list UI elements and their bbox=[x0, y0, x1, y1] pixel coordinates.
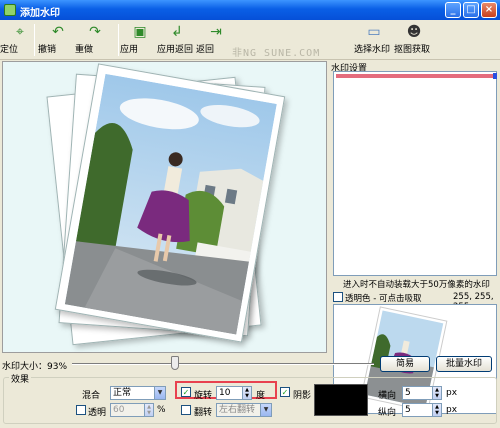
flip-label: 翻转 bbox=[194, 408, 213, 418]
transparent-color-checkbox[interactable] bbox=[333, 292, 343, 302]
flip-value: 左右翻转 bbox=[219, 405, 256, 415]
blend-label: 混合 bbox=[82, 391, 101, 401]
effects-group: 效果 混合 正常 ▼ 透明 60 ▲ ▼ % ✓ 旋转 10 ▲ ▼ 度 翻转 左右… bbox=[3, 372, 497, 424]
transparency-value: 60 bbox=[113, 405, 125, 415]
locate-label: 定位 bbox=[0, 45, 19, 55]
close-button[interactable]: × bbox=[481, 2, 497, 18]
apply-return-button[interactable]: ↲ 应用返回 bbox=[157, 22, 197, 58]
return-label: 返回 bbox=[196, 45, 215, 55]
redo-icon: ↷ bbox=[89, 24, 101, 40]
redo-label: 重做 bbox=[75, 45, 94, 55]
rotate-label: 旋转 bbox=[194, 391, 213, 401]
transparent-color-label: 透明色 - 可点击吸取 bbox=[345, 294, 422, 304]
photo-stack bbox=[46, 63, 286, 346]
title-bar: 添加水印 _ □ × bbox=[0, 0, 500, 20]
stepper-arrows-icon[interactable]: ▲ ▼ bbox=[242, 387, 251, 399]
horizontal-value: 5 bbox=[405, 388, 411, 398]
flip-select[interactable]: 左右翻转 ▼ bbox=[216, 403, 272, 417]
undo-icon: ↶ bbox=[52, 24, 64, 40]
return-button[interactable]: ⇥ 返回 bbox=[196, 22, 236, 58]
cutout-label: 抠图获取 bbox=[394, 45, 431, 55]
apply-button[interactable]: ▣ 应用 bbox=[120, 22, 160, 58]
vertical-stepper[interactable]: 5 ▲ ▼ bbox=[402, 403, 442, 417]
select-watermark-label: 选择水印 bbox=[354, 45, 391, 55]
street-photo bbox=[64, 73, 277, 335]
size-row: 水印大小：93% 简易 批量水印 bbox=[0, 356, 500, 372]
stepper-arrows-icon[interactable]: ▲ ▼ bbox=[144, 404, 153, 416]
app-icon bbox=[4, 4, 16, 16]
chevron-down-icon: ▼ bbox=[260, 404, 271, 416]
image-canvas[interactable] bbox=[2, 61, 327, 353]
chevron-down-icon: ▼ bbox=[154, 387, 165, 399]
redo-button[interactable]: ↷ 重做 bbox=[75, 22, 115, 58]
list-item-marker bbox=[493, 73, 497, 79]
shadow-checkbox[interactable]: ✓ bbox=[280, 387, 290, 397]
watermark-size-label: 水印大小：93% bbox=[2, 362, 68, 372]
minimize-button[interactable]: _ bbox=[445, 2, 461, 18]
stepper-arrows-icon[interactable]: ▲ ▼ bbox=[432, 387, 441, 399]
stepper-arrows-icon[interactable]: ▲ ▼ bbox=[432, 404, 441, 416]
rotate-value: 10 bbox=[219, 388, 231, 398]
rotate-checkbox[interactable]: ✓ bbox=[181, 387, 191, 397]
right-panel: 水印设置 进入时不自动装载大于50万像素的水印 透明色 - 可点击吸取 255,… bbox=[331, 61, 499, 414]
degree-label: 度 bbox=[256, 391, 266, 401]
return-icon: ⇥ bbox=[210, 24, 222, 40]
blend-select[interactable]: 正常 ▼ bbox=[110, 386, 166, 400]
effects-title: 效果 bbox=[9, 372, 32, 385]
apply-return-label: 应用返回 bbox=[157, 45, 194, 55]
size-slider-track[interactable] bbox=[72, 356, 374, 370]
locate-icon: ⌖ bbox=[16, 24, 24, 40]
cutout-icon: ☻ bbox=[406, 24, 422, 40]
list-selected-item[interactable] bbox=[336, 74, 494, 78]
toolbar-separator bbox=[34, 24, 35, 56]
select-watermark-button[interactable]: ▭ 选择水印 bbox=[354, 22, 394, 58]
size-slider-thumb[interactable] bbox=[171, 356, 179, 370]
px-label-horizontal: px bbox=[446, 388, 458, 398]
blend-value: 正常 bbox=[113, 388, 132, 398]
vertical-value: 5 bbox=[405, 405, 411, 415]
shadow-color-swatch[interactable] bbox=[314, 384, 368, 416]
autoload-hint: 进入时不自动装载大于50万像素的水印 bbox=[343, 280, 490, 290]
watermark-list[interactable] bbox=[333, 71, 497, 276]
vertical-label: 纵向 bbox=[378, 408, 397, 418]
undo-button[interactable]: ↶ 撤销 bbox=[38, 22, 78, 58]
watermark-overlay-text: 非NG SUNE.COM bbox=[232, 48, 321, 59]
select-watermark-icon: ▭ bbox=[367, 24, 381, 40]
horizontal-label: 横向 bbox=[378, 391, 397, 401]
transparent-checkbox[interactable] bbox=[76, 405, 86, 415]
simple-button[interactable]: 简易 bbox=[380, 356, 430, 372]
shadow-label: 阴影 bbox=[293, 391, 312, 401]
apply-return-icon: ↲ bbox=[171, 24, 183, 40]
transparency-stepper[interactable]: 60 ▲ ▼ bbox=[110, 403, 154, 417]
apply-label: 应用 bbox=[120, 45, 139, 55]
horizontal-stepper[interactable]: 5 ▲ ▼ bbox=[402, 386, 442, 400]
toolbar: ⌖ 定位 ↶ 撤销 ↷ 重做 ▣ 应用 ↲ 应用返回 ⇥ 返回 非NG SUNE… bbox=[0, 20, 500, 60]
maximize-button[interactable]: □ bbox=[463, 2, 479, 18]
flip-checkbox[interactable] bbox=[181, 405, 191, 415]
apply-icon: ▣ bbox=[133, 24, 147, 40]
rotate-stepper[interactable]: 10 ▲ ▼ bbox=[216, 386, 252, 400]
transparent-label: 透明 bbox=[88, 408, 107, 418]
toolbar-separator bbox=[118, 24, 119, 56]
percent-label: % bbox=[157, 405, 166, 415]
batch-watermark-button[interactable]: 批量水印 bbox=[436, 356, 492, 372]
cutout-button[interactable]: ☻ 抠图获取 bbox=[394, 22, 434, 58]
px-label-vertical: px bbox=[446, 405, 458, 415]
undo-label: 撤销 bbox=[38, 45, 57, 55]
window-title: 添加水印 bbox=[20, 8, 60, 19]
